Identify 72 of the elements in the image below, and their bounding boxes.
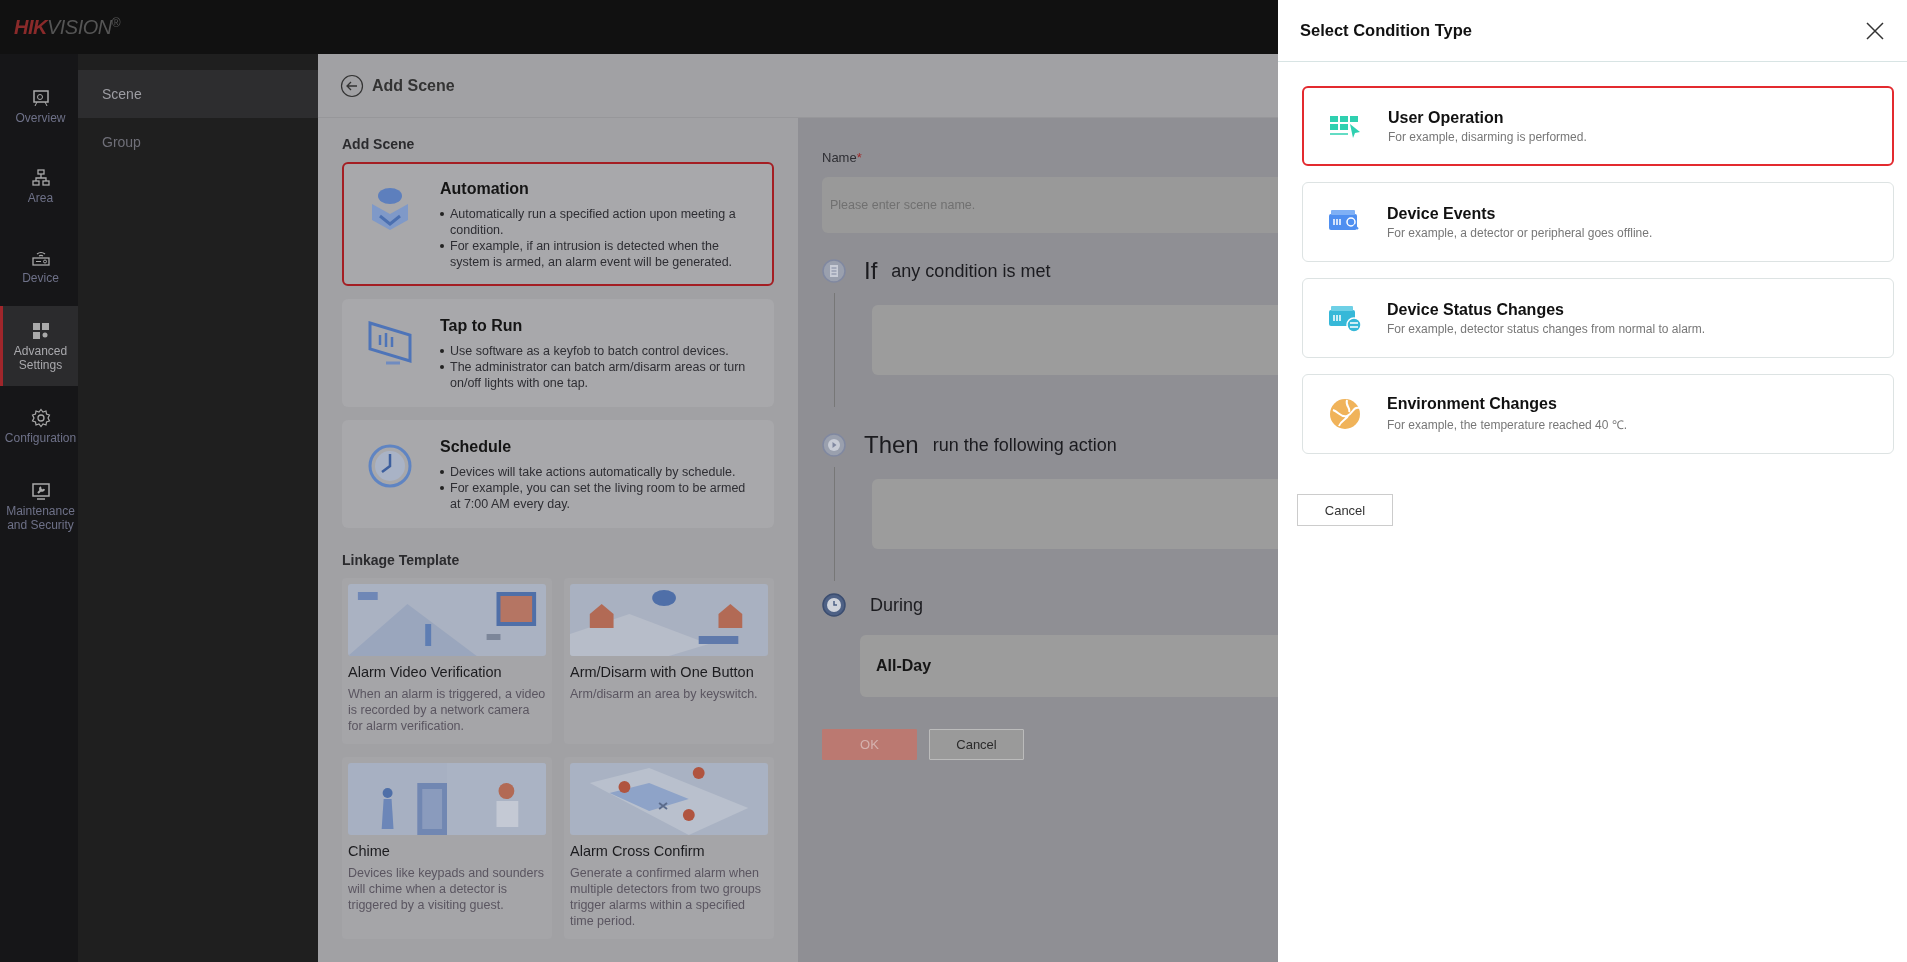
template-card[interactable]: Arm/Disarm with One Button Arm/disarm an area by keyswitch. — [564, 578, 774, 744]
option-description: For example, a detector or peripheral goes offline. — [1387, 225, 1653, 240]
section-heading: Add Scene — [342, 136, 416, 152]
card-text: Generate a confirmed alarm when multiple detectors from two groups trigger alarms within a specified time period. — [570, 865, 763, 929]
globe-icon — [1327, 396, 1363, 432]
step-keyword: If — [864, 257, 878, 285]
nav-item[interactable]: Configuration — [0, 386, 78, 466]
page-title: Add Scene — [372, 76, 455, 95]
step-text: run the following action — [932, 434, 1117, 456]
card-text: The administrator can batch arm/disarm areas or turn on/off lights with one tap. — [450, 359, 747, 391]
wrench-icon — [30, 480, 51, 501]
card-title: Alarm Video Verification — [348, 663, 503, 682]
nav-item[interactable]: Device — [0, 226, 78, 306]
nav-item[interactable]: Maintenance and Security — [0, 466, 78, 546]
monitor-icon — [30, 87, 51, 108]
card-text: Use software as a keyfob to batch control devices. — [450, 343, 729, 359]
option-description: For example, the temperature reached 40 ℃. — [1387, 417, 1628, 433]
bullet-icon — [440, 244, 444, 248]
nav-item[interactable]: Overview — [0, 66, 78, 146]
condition-option[interactable]: Device Status Changes For example, detector status changes from normal to alarm. — [1302, 278, 1894, 358]
condition-option[interactable]: Device Events For example, a detector or peripheral goes offline. — [1302, 182, 1894, 262]
nav-item[interactable]: Area — [0, 146, 78, 226]
gear-icon — [30, 407, 51, 428]
card-title: Automation — [440, 180, 530, 198]
clock-icon — [822, 593, 846, 617]
card-title: Schedule — [440, 438, 513, 456]
bullet-icon — [440, 349, 444, 353]
step-keyword: Then — [864, 431, 919, 459]
card-text: For example, if an intrusion is detected when the system is armed, an alarm event will be generated. — [450, 238, 734, 270]
step-text: any condition is met — [891, 260, 1051, 282]
card-text: When an alarm is triggered, a video is recorded by a network camera for alarm verification. — [348, 686, 546, 734]
cancel-button[interactable]: Cancel — [1297, 494, 1393, 526]
logo: HIKVISION® — [14, 15, 121, 39]
option-title: Device Events — [1387, 204, 1497, 223]
drawer-title: Select Condition Type — [1300, 21, 1473, 40]
list-icon — [822, 259, 846, 283]
template-card[interactable]: Alarm Cross Confirm Generate a confirmed alarm when multiple detectors from two groups trigger alarms within a specified time period. — [564, 757, 774, 939]
bullet-icon — [440, 470, 444, 474]
cancel-button[interactable]: Cancel — [929, 729, 1024, 760]
option-title: Device Status Changes — [1387, 300, 1565, 319]
card-text: For example, you can set the living room to be armed at 7:00 AM every day. — [450, 480, 747, 512]
condition-option[interactable]: Environment Changes For example, the temperature reached 40 ℃. — [1302, 374, 1894, 454]
scene-type-card[interactable]: Schedule Devices will take actions automatically by schedule. For example, you can set the living room to be armed at 7:00 AM every day. — [342, 420, 774, 528]
card-title: Arm/Disarm with One Button — [570, 663, 755, 682]
card-title: Tap to Run — [440, 317, 524, 335]
grid-icon — [30, 320, 51, 341]
nav-item[interactable]: Advanced Settings — [0, 306, 78, 386]
template-card[interactable]: Chime Devices like keypads and sounders will chime when a detector is triggered by a visiting guest. — [342, 757, 552, 939]
option-title: Environment Changes — [1387, 395, 1558, 413]
card-text: Devices like keypads and sounders will chime when a detector is triggered by a visiting guest. — [348, 865, 545, 913]
card-title: Alarm Cross Confirm — [570, 842, 706, 861]
card-text: Automatically run a specified action upon meeting a condition. — [450, 206, 737, 238]
close-icon[interactable] — [1865, 20, 1885, 41]
field-label: Name* — [822, 150, 863, 165]
option-description: For example, disarming is performed. — [1388, 129, 1587, 144]
bullet-icon — [440, 365, 444, 369]
section-heading: Linkage Template — [342, 552, 461, 568]
option-title: User Operation — [1388, 108, 1505, 127]
option-description: For example, detector status changes from normal to alarm. — [1387, 321, 1706, 336]
play-icon — [822, 433, 846, 457]
scene-type-card[interactable]: Automation Automatically run a specified action upon meeting a condition. For example, if an intrusion is detected when the system is armed, an alarm event will be generated. — [342, 162, 774, 286]
condition-option[interactable]: User Operation For example, disarming is performed. — [1302, 86, 1894, 166]
template-card[interactable]: Alarm Video Verification When an alarm is triggered, a video is recorded by a network camera for alarm verification. — [342, 578, 552, 744]
submenu-item[interactable]: Scene — [78, 70, 318, 118]
hierarchy-icon — [30, 167, 51, 188]
scene-type-card[interactable]: Tap to Run Use software as a keyfob to batch control devices. The administrator can batch arm/disarm areas or turn on/off lights with one tap. — [342, 299, 774, 407]
card-text: Devices will take actions automatically by schedule. — [450, 464, 736, 480]
bullet-icon — [440, 486, 444, 490]
card-text: Arm/disarm an area by keyswitch. — [570, 686, 759, 702]
step-keyword: During — [870, 594, 924, 616]
bullet-icon — [440, 212, 444, 216]
card-title: Chime — [348, 842, 391, 861]
